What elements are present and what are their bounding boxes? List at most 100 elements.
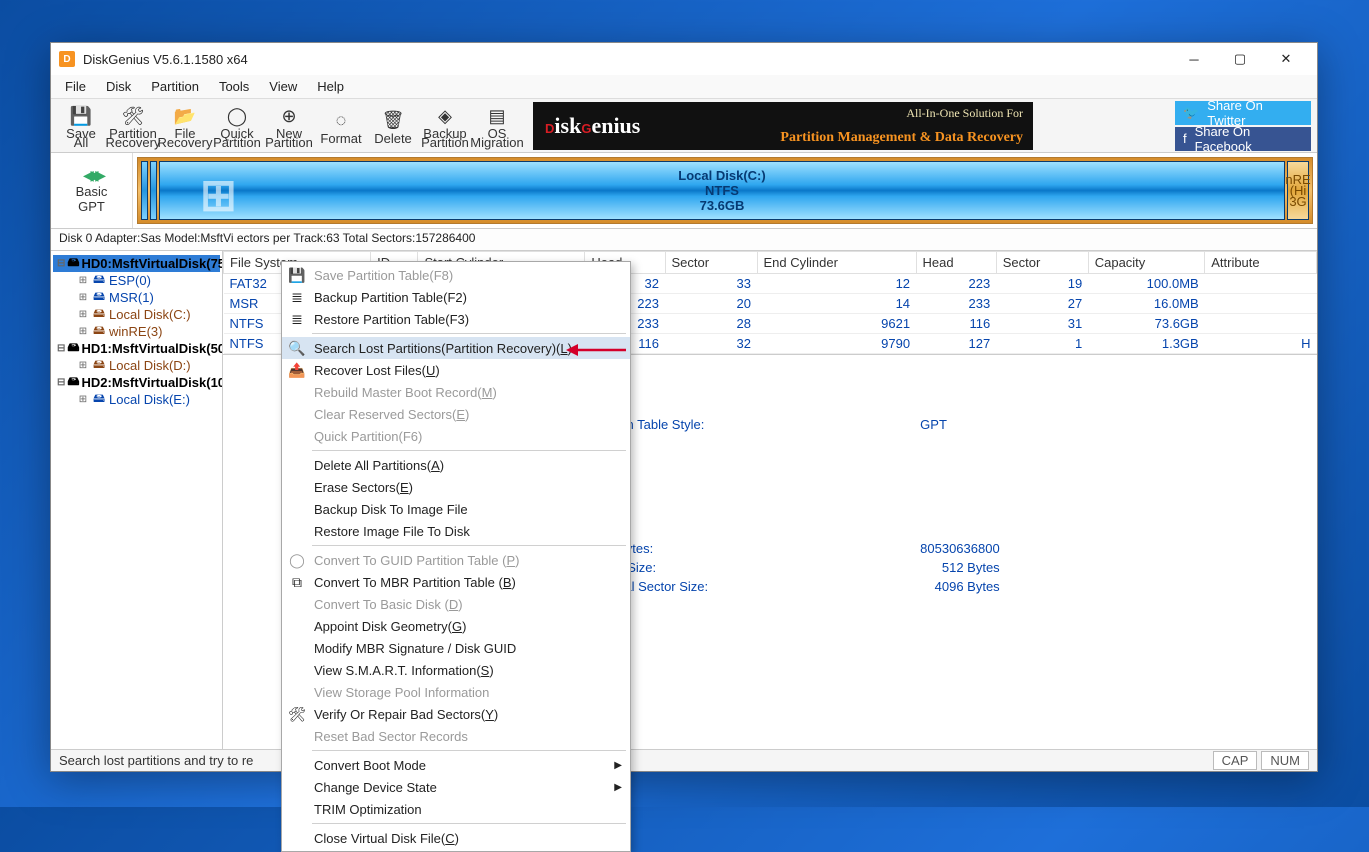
toolbar-format[interactable]: ◌Format xyxy=(315,101,367,151)
twitter-icon: 🐦 xyxy=(1183,105,1199,121)
toolbar-saveall[interactable]: 💾SaveAll xyxy=(55,101,107,151)
partition-c[interactable]: ⊞ Local Disk(C:) NTFS 73.6GB xyxy=(159,161,1285,220)
titlebar: D DiskGenius V5.6.1.1580 x64 ─ ▢ ✕ xyxy=(51,43,1317,75)
tree-node[interactable]: ⊟🖴HD2:MsftVirtualDisk(10 xyxy=(53,374,220,391)
close-button[interactable]: ✕ xyxy=(1263,43,1309,75)
ctx-item-icon: ≣ xyxy=(288,289,306,306)
tree-twisty-icon[interactable]: ⊞ xyxy=(77,326,89,337)
ctx-item-icon: ≣ xyxy=(288,311,306,328)
ctx-item-icon: 💾 xyxy=(288,267,306,284)
ctx-item[interactable]: 🛠Verify Or Repair Bad Sectors(Y) xyxy=(282,703,630,725)
statusbar: Search lost partitions and try to re CAP… xyxy=(51,749,1317,771)
menu-partition[interactable]: Partition xyxy=(141,77,209,96)
toolbar-backuppart[interactable]: ◈BackupPartition xyxy=(419,101,471,151)
format-icon: ◌ xyxy=(329,109,353,133)
menu-separator xyxy=(312,545,626,546)
ctx-item[interactable]: Restore Image File To Disk xyxy=(282,520,630,542)
tree-twisty-icon[interactable]: ⊟ xyxy=(57,258,65,269)
toolbar-delete[interactable]: 🗑Delete xyxy=(367,101,419,151)
ctx-item[interactable]: Modify MBR Signature / Disk GUID xyxy=(282,637,630,659)
ctx-item[interactable]: Erase Sectors(E) xyxy=(282,476,630,498)
menu-help[interactable]: Help xyxy=(307,77,354,96)
tree-twisty-icon[interactable]: ⊞ xyxy=(77,309,89,320)
menu-file[interactable]: File xyxy=(55,77,96,96)
ctx-item[interactable]: Close Virtual Disk File(C) xyxy=(282,827,630,849)
menu-view[interactable]: View xyxy=(259,77,307,96)
disk-icon: 🖴 xyxy=(91,359,107,373)
quickpart-icon: ◯ xyxy=(225,104,249,128)
maximize-button[interactable]: ▢ xyxy=(1217,43,1263,75)
share-twitter-button[interactable]: 🐦Share On Twitter xyxy=(1175,101,1311,125)
grid-header[interactable]: End Cylinder xyxy=(757,252,916,274)
toolbar-quickpart[interactable]: ◯QuickPartition xyxy=(211,101,263,151)
menu-separator xyxy=(312,823,626,824)
ctx-item: Rebuild Master Boot Record(M) xyxy=(282,381,630,403)
tree-node[interactable]: ⊟🖴HD0:MsftVirtualDisk(75 xyxy=(53,255,220,272)
grid-header[interactable]: Sector xyxy=(665,252,757,274)
disk-icon: 🖴 xyxy=(91,308,107,322)
tree-twisty-icon[interactable]: ⊞ xyxy=(77,394,89,405)
menu-tools[interactable]: Tools xyxy=(209,77,259,96)
partrecov-icon: 🛠 xyxy=(121,104,145,128)
osmig-icon: ▤ xyxy=(485,104,509,128)
ctx-item[interactable]: Convert Boot Mode▶ xyxy=(282,754,630,776)
partition-winre[interactable]: nRE (Hi 3G xyxy=(1287,161,1309,220)
status-num: NUM xyxy=(1261,751,1309,770)
window-title: DiskGenius V5.6.1.1580 x64 xyxy=(83,52,1171,67)
grid-header[interactable]: Sector xyxy=(996,252,1088,274)
disk-icon: 🖴 xyxy=(91,393,107,407)
ctx-item[interactable]: ≣Backup Partition Table(F2) xyxy=(282,286,630,308)
saveall-icon: 💾 xyxy=(69,104,93,128)
nav-arrows-icon: ◀◀ ▶▶ xyxy=(83,167,100,184)
share-facebook-button[interactable]: fShare On Facebook xyxy=(1175,127,1311,151)
tree-node[interactable]: ⊞🖴MSR(1) xyxy=(53,289,220,306)
partition-msr[interactable] xyxy=(150,161,157,220)
ctx-item[interactable]: ≣Restore Partition Table(F3) xyxy=(282,308,630,330)
partition-esp[interactable] xyxy=(141,161,148,220)
toolbar-newpart[interactable]: ⊕NewPartition xyxy=(263,101,315,151)
ctx-item: Clear Reserved Sectors(E) xyxy=(282,403,630,425)
ctx-item[interactable]: ⧉Convert To MBR Partition Table (B) xyxy=(282,571,630,593)
toolbar-partrecov[interactable]: 🛠PartitionRecovery xyxy=(107,101,159,151)
ctx-item[interactable]: Change Device State▶ xyxy=(282,776,630,798)
ctx-item[interactable]: Delete All Partitions(A) xyxy=(282,454,630,476)
minimize-button[interactable]: ─ xyxy=(1171,43,1217,75)
filerecov-icon: 📂 xyxy=(173,104,197,128)
grid-header[interactable]: Attribute xyxy=(1205,252,1317,274)
disk-tree[interactable]: ⊟🖴HD0:MsftVirtualDisk(75⊞🖴ESP(0)⊞🖴MSR(1)… xyxy=(51,251,223,749)
tree-twisty-icon[interactable]: ⊟ xyxy=(57,377,65,388)
tree-node[interactable]: ⊞🖴Local Disk(C:) xyxy=(53,306,220,323)
tree-node[interactable]: ⊞🖴ESP(0) xyxy=(53,272,220,289)
grid-header[interactable]: Capacity xyxy=(1088,252,1205,274)
ctx-item[interactable]: Appoint Disk Geometry(G) xyxy=(282,615,630,637)
ctx-item[interactable]: 📤Recover Lost Files(U) xyxy=(282,359,630,381)
ctx-item[interactable]: View S.M.A.R.T. Information(S) xyxy=(282,659,630,681)
tree-twisty-icon[interactable]: ⊞ xyxy=(77,360,89,371)
backuppart-icon: ◈ xyxy=(433,104,457,128)
toolbar-osmig[interactable]: ▤OSMigration xyxy=(471,101,523,151)
tree-twisty-icon[interactable]: ⊞ xyxy=(77,275,89,286)
newpart-icon: ⊕ xyxy=(277,104,301,128)
ctx-item[interactable]: Backup Disk To Image File xyxy=(282,498,630,520)
disk-nav[interactable]: ◀◀ ▶▶ Basic GPT xyxy=(51,153,133,228)
grid-header[interactable]: Head xyxy=(916,252,996,274)
disk-icon: 🖴 xyxy=(67,342,79,356)
ctx-item-icon: 🛠 xyxy=(288,706,306,723)
menu-separator xyxy=(312,450,626,451)
disk-icon: 🖴 xyxy=(67,376,79,390)
disk-icon: 🖴 xyxy=(91,291,107,305)
ctx-item-icon: ◯ xyxy=(288,552,306,569)
tree-node[interactable]: ⊟🖴HD1:MsftVirtualDisk(50 xyxy=(53,340,220,357)
menu-disk[interactable]: Disk xyxy=(96,77,141,96)
tree-node[interactable]: ⊞🖴Local Disk(E:) xyxy=(53,391,220,408)
ctx-item: Quick Partition(F6) xyxy=(282,425,630,447)
banner[interactable]: DiskGenius All-In-One Solution For Parti… xyxy=(533,102,1033,150)
tree-twisty-icon[interactable]: ⊞ xyxy=(77,292,89,303)
partition-track: ⊞ Local Disk(C:) NTFS 73.6GB nRE (Hi 3G xyxy=(137,157,1313,224)
ctx-item-icon: 📤 xyxy=(288,362,306,379)
workarea: ⊟🖴HD0:MsftVirtualDisk(75⊞🖴ESP(0)⊞🖴MSR(1)… xyxy=(51,251,1317,749)
ctx-item[interactable]: TRIM Optimization xyxy=(282,798,630,820)
disk-type-label: Basic xyxy=(76,184,108,199)
toolbar-filerecov[interactable]: 📂FileRecovery xyxy=(159,101,211,151)
tree-twisty-icon[interactable]: ⊟ xyxy=(57,343,65,354)
